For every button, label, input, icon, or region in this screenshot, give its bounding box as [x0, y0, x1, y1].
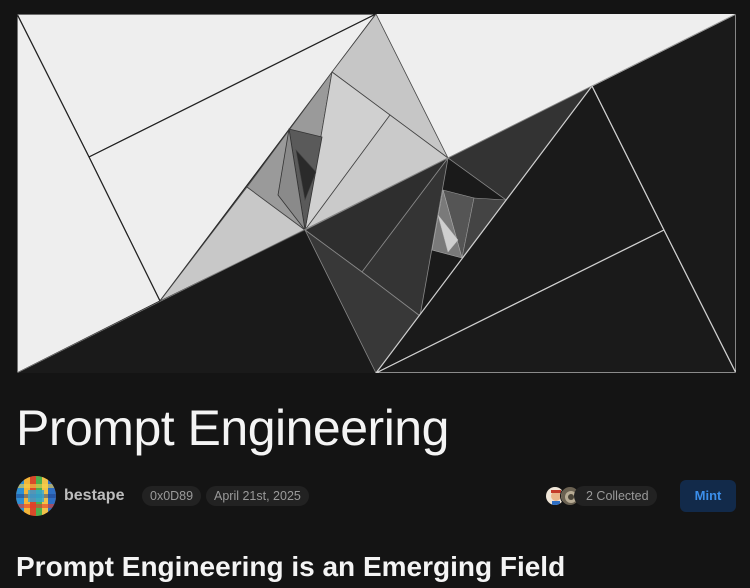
- byline: bestape 0x0D89 April 21st, 2025 2 Collec…: [16, 476, 736, 516]
- author-address[interactable]: 0x0D89: [142, 486, 202, 506]
- publish-date: April 21st, 2025: [206, 486, 309, 506]
- cover-image: [17, 14, 736, 373]
- post-title: Prompt Engineering: [16, 400, 449, 456]
- section-heading: Prompt Engineering is an Emerging Field: [16, 551, 566, 582]
- collected-count[interactable]: 2 Collected: [574, 486, 657, 506]
- author-avatar[interactable]: [16, 476, 56, 516]
- post-page: Prompt Engineering bestape 0x0D89 April …: [0, 0, 750, 588]
- mint-button[interactable]: Mint: [680, 480, 736, 512]
- author-name[interactable]: bestape: [64, 486, 124, 506]
